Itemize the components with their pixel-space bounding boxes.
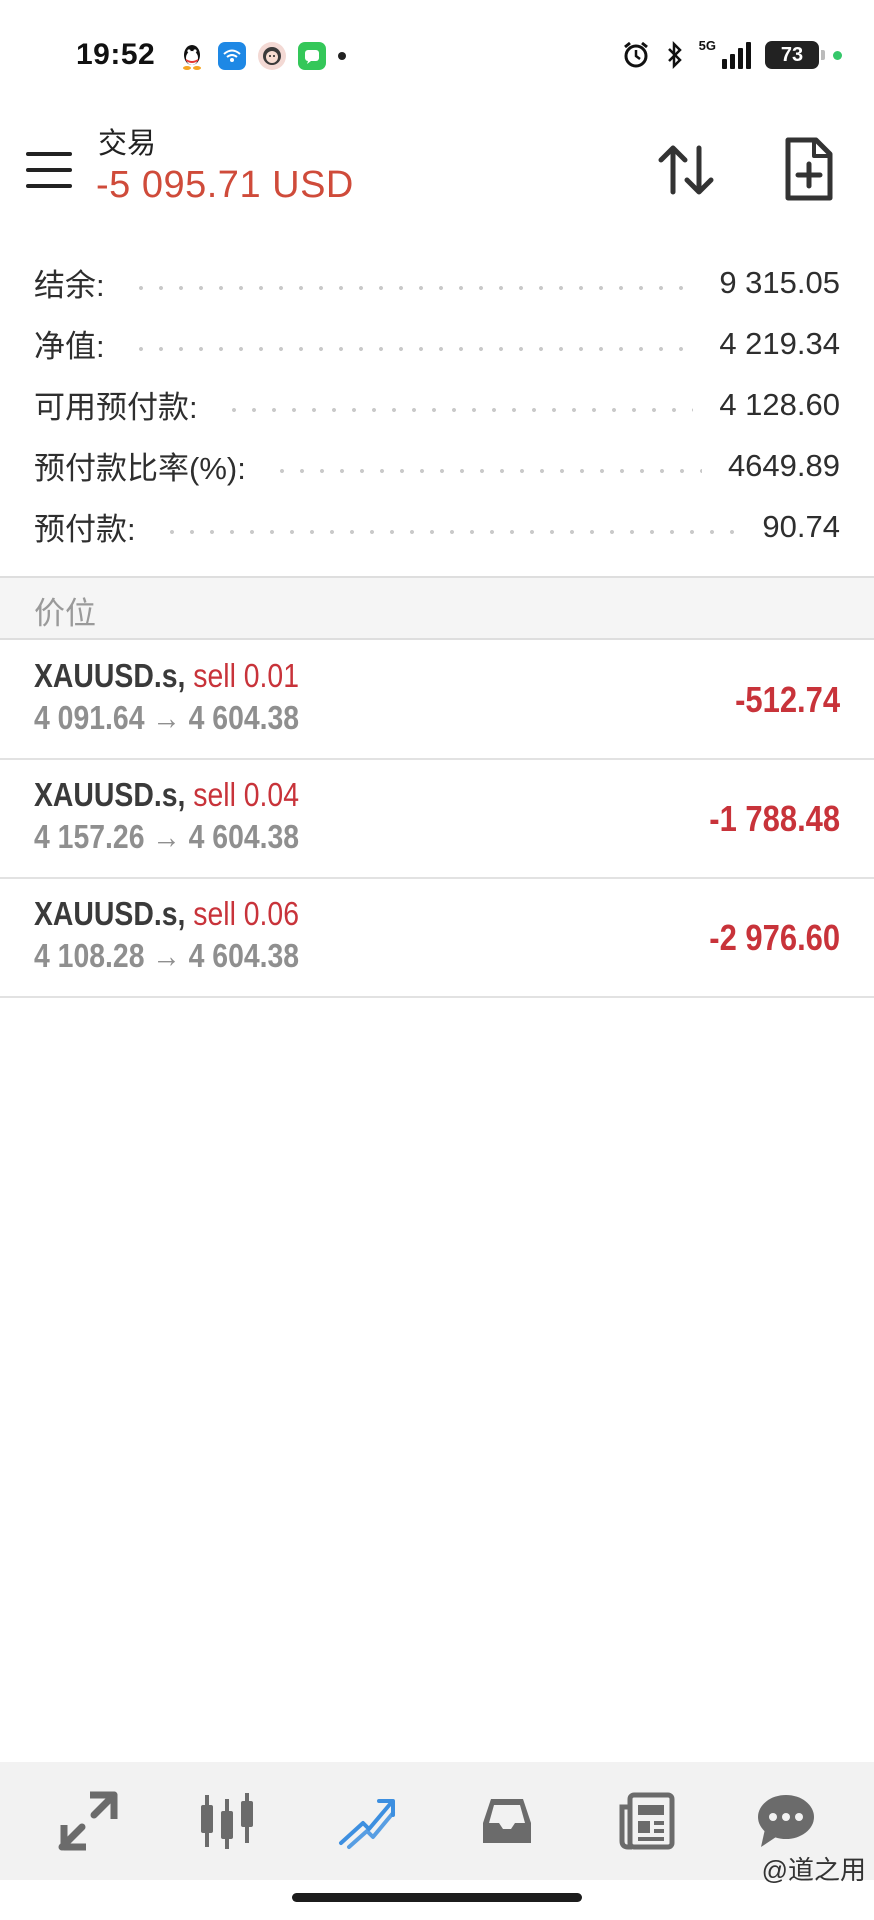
position-title: XAUUSD.s, sell 0.04 [34,776,299,814]
nav-trade[interactable] [327,1781,407,1861]
position-symbol: XAUUSD.s, [34,776,186,813]
sort-orders-icon[interactable] [655,134,717,206]
messages-icon [758,1795,815,1847]
position-prices: 4 108.28 → 4 604.38 [34,937,300,974]
bluetooth-icon [667,40,682,70]
summary-label: 可用预付款: [34,390,198,425]
bottom-navigation [0,1762,874,1880]
network-type: 5G [698,38,716,53]
history-icon [482,1799,531,1843]
summary-label: 净值: [34,329,105,364]
menu-icon[interactable] [26,152,72,188]
battery-icon: 73 [765,41,825,69]
positions-header-label: 价位 [34,596,96,631]
dotted-leader [271,466,702,475]
qq-icon [178,42,206,70]
summary-row-margin-level: 预付款比率(%): 4649.89 [0,435,874,496]
dotted-leader [161,527,737,536]
floating-profit: -5 095.71 USD [96,164,354,206]
summary-value: 4649.89 [727,447,840,483]
wifi-app-icon [218,42,246,70]
home-indicator[interactable] [292,1893,582,1902]
summary-label: 预付款比率(%): [34,451,246,486]
account-summary: 结余: 9 315.05 净值: 4 219.34 可用预付款: 4 128.6… [0,252,874,557]
position-prices: 4 157.26 → 4 604.38 [34,818,300,855]
summary-value: 4 128.60 [719,386,840,422]
status-time: 19:52 [76,38,156,71]
summary-label: 结余: [34,268,105,303]
position-symbol: XAUUSD.s, [34,895,186,932]
summary-label: 预付款: [34,512,136,547]
position-profit: -1 788.48 [709,798,840,839]
position-row[interactable]: XAUUSD.s, sell 0.04 4 157.26 → 4 604.38 … [0,760,874,879]
nav-chart[interactable] [187,1781,267,1861]
positions-list: XAUUSD.s, sell 0.01 4 091.64 → 4 604.38 … [0,641,874,998]
more-notifications-dot [338,52,346,60]
dotted-leader [130,344,694,353]
position-title: XAUUSD.s, sell 0.01 [34,657,299,695]
dotted-leader [223,405,694,414]
nav-quotes[interactable] [48,1781,128,1861]
quotes-icon [58,1791,118,1851]
messages-app-icon [298,42,326,70]
summary-value: 9 315.05 [719,264,840,300]
chart-icon [201,1793,254,1849]
position-prices: 4 091.64 → 4 604.38 [34,699,300,736]
summary-row-equity: 净值: 4 219.34 [0,313,874,374]
avatar-app-icon [258,42,286,70]
positions-section-header: 价位 [0,578,874,639]
summary-row-balance: 结余: 9 315.05 [0,252,874,313]
position-row[interactable]: XAUUSD.s, sell 0.06 4 108.28 → 4 604.38 … [0,879,874,998]
nav-news[interactable] [606,1781,686,1861]
trade-icon [339,1799,396,1849]
position-title: XAUUSD.s, sell 0.06 [34,895,299,933]
alarm-icon [623,41,648,68]
status-bar: 19:52 5G 73 [0,0,874,112]
nav-history[interactable] [467,1781,547,1861]
position-symbol: XAUUSD.s, [34,657,186,694]
watermark: @道之用 [761,1855,866,1885]
summary-row-margin: 预付款: 90.74 [0,496,874,557]
nav-messages[interactable] [746,1781,826,1861]
dotted-leader [130,283,694,292]
position-profit: -512.74 [734,679,840,720]
position-side-volume: sell 0.01 [193,657,300,694]
battery-level: 73 [780,43,804,66]
summary-value: 90.74 [762,508,840,544]
page-title: 交易 [98,128,157,160]
news-icon [619,1792,675,1850]
section-divider [0,638,874,640]
summary-row-free-margin: 可用预付款: 4 128.60 [0,374,874,435]
position-profit: -2 976.60 [709,917,840,958]
app-toolbar: 交易 -5 095.71 USD [0,112,874,232]
position-side-volume: sell 0.04 [193,776,300,813]
position-side-volume: sell 0.06 [193,895,300,932]
notification-icons [178,42,346,70]
position-row[interactable]: XAUUSD.s, sell 0.01 4 091.64 → 4 604.38 … [0,641,874,760]
system-icons: 5G 73 [621,38,842,70]
new-order-icon[interactable] [780,132,836,208]
signal-icon [722,41,751,69]
privacy-indicator-dot [833,50,842,60]
summary-value: 4 219.34 [719,325,840,361]
